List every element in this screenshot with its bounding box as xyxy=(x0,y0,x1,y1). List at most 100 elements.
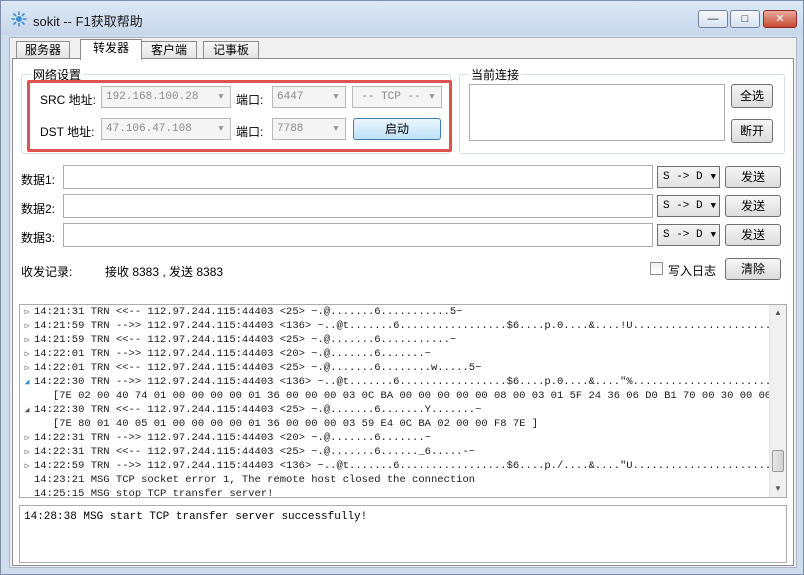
src-address-label: SRC 地址: xyxy=(40,93,97,107)
log-line-text: [7E 80 01 40 05 01 00 00 00 00 01 36 00 … xyxy=(34,418,539,430)
log-line-text: 14:23:21 MSG TCP socket error 1, The rem… xyxy=(34,474,476,486)
dst-port-combo[interactable]: 7788 ▼ xyxy=(272,118,346,140)
data1-direction-select[interactable]: S -> D ▼ xyxy=(657,166,720,188)
data1-direction-value: S -> D xyxy=(663,171,703,183)
expand-toggle-icon[interactable]: ▷ xyxy=(20,432,34,445)
expand-toggle-icon[interactable]: ▷ xyxy=(20,320,34,333)
forwarder-panel: 网络设置 当前连接 SRC 地址: 192.168.100.28 ▼ 端口: 6… xyxy=(12,58,794,566)
expand-toggle-icon[interactable]: ◢ xyxy=(20,376,34,389)
log-line-text: 14:21:59 TRN -->> 112.97.244.115:44403 <… xyxy=(34,320,770,332)
maximize-button[interactable]: □ xyxy=(730,10,760,28)
log-line[interactable]: [7E 02 00 40 74 01 00 00 00 00 01 36 00 … xyxy=(20,389,770,403)
network-settings-legend: 网络设置 xyxy=(33,68,82,82)
chevron-down-icon: ▼ xyxy=(710,201,716,211)
dst-port-label: 端口: xyxy=(236,125,264,139)
scroll-down-icon[interactable]: ▼ xyxy=(770,481,786,497)
src-port-label: 端口: xyxy=(236,93,264,107)
data2-input[interactable] xyxy=(63,194,653,218)
client-area: 服务器 转发器 客户端 记事板 网络设置 当前连接 SRC 地址: 192.16… xyxy=(9,37,797,568)
src-address-combo[interactable]: 192.168.100.28 ▼ xyxy=(101,86,231,108)
scroll-up-icon[interactable]: ▲ xyxy=(770,305,786,321)
chevron-down-icon: ▼ xyxy=(429,92,435,102)
records-stats: 接收 8383 , 发送 8383 xyxy=(105,265,224,279)
log-line[interactable]: ▷ 14:22:01 TRN <<-- 112.97.244.115:44403 … xyxy=(20,361,770,375)
protocol-combo[interactable]: -- TCP -- ▼ xyxy=(352,86,442,108)
log-line-text: 14:21:59 TRN <<-- 112.97.244.115:44403 <… xyxy=(34,334,457,346)
src-address-value: 192.168.100.28 xyxy=(106,91,199,103)
status-output[interactable]: 14:28:38 MSG start TCP transfer server s… xyxy=(19,505,787,563)
log-line[interactable]: 14:25:15 MSG stop TCP transfer server! xyxy=(20,487,770,498)
connections-list[interactable] xyxy=(469,84,725,141)
log-line-text: [7E 02 00 40 74 01 00 00 00 00 01 36 00 … xyxy=(34,390,770,402)
log-line[interactable]: ▷ 14:22:31 TRN <<-- 112.97.244.115:44403 … xyxy=(20,445,770,459)
protocol-value: -- TCP -- xyxy=(361,91,421,103)
app-window: sokit -- F1获取帮助 — □ ✕ 服务器 转发器 客户端 记事板 网络… xyxy=(0,0,804,575)
src-port-value: 6447 xyxy=(277,91,304,103)
log-line[interactable]: ▷ 14:22:31 TRN -->> 112.97.244.115:44403 … xyxy=(20,431,770,445)
expand-toggle-icon[interactable]: ▷ xyxy=(20,306,34,319)
log-line[interactable]: ▷ 14:21:59 TRN -->> 112.97.244.115:44403 … xyxy=(20,319,770,333)
tab-client[interactable]: 客户端 xyxy=(141,41,197,59)
dst-address-value: 47.106.47.108 xyxy=(106,123,192,135)
write-log-label: 写入日志 xyxy=(668,264,717,278)
expand-toggle-icon[interactable]: ▷ xyxy=(20,334,34,347)
log-line[interactable]: ◢ 14:22:30 TRN <<-- 112.97.244.115:44403 … xyxy=(20,403,770,417)
window-title: sokit -- F1获取帮助 xyxy=(33,14,143,29)
scroll-thumb[interactable] xyxy=(772,450,784,472)
log-line-text: 14:25:15 MSG stop TCP transfer server! xyxy=(34,488,274,498)
log-line-text: 14:22:01 TRN <<-- 112.97.244.115:44403 <… xyxy=(34,362,482,374)
write-log-checkbox[interactable] xyxy=(650,262,663,275)
dst-address-combo[interactable]: 47.106.47.108 ▼ xyxy=(101,118,231,140)
expand-toggle-icon[interactable]: ▷ xyxy=(20,446,34,459)
chevron-down-icon: ▼ xyxy=(710,172,716,182)
chevron-down-icon: ▼ xyxy=(218,124,224,134)
data1-label: 数据1: xyxy=(21,173,56,187)
log-line[interactable]: ◢ 14:22:30 TRN -->> 112.97.244.115:44403 … xyxy=(20,375,770,389)
data3-direction-value: S -> D xyxy=(663,229,703,241)
expand-toggle-icon[interactable]: ◢ xyxy=(20,404,34,417)
disconnect-button[interactable]: 断开 xyxy=(731,119,773,143)
expand-toggle-icon[interactable]: ▷ xyxy=(20,362,34,375)
title-bar[interactable]: sokit -- F1获取帮助 — □ ✕ xyxy=(1,1,803,35)
sokit-app-icon xyxy=(11,11,27,27)
data1-send-button[interactable]: 发送 xyxy=(725,166,781,188)
log-line-text: 14:22:31 TRN -->> 112.97.244.115:44403 <… xyxy=(34,432,431,444)
data3-direction-select[interactable]: S -> D ▼ xyxy=(657,224,720,246)
log-view[interactable]: ▷ 14:21:31 TRN <<-- 112.97.244.115:44403 … xyxy=(19,304,787,498)
tab-notepad[interactable]: 记事板 xyxy=(203,41,259,59)
status-message: 14:28:38 MSG start TCP transfer server s… xyxy=(24,511,368,523)
log-line[interactable]: [7E 80 01 40 05 01 00 00 00 00 01 36 00 … xyxy=(20,417,770,431)
data3-label: 数据3: xyxy=(21,231,56,245)
network-settings-group: 网络设置 xyxy=(21,66,451,154)
start-button[interactable]: 启动 xyxy=(353,118,441,140)
select-all-button[interactable]: 全选 xyxy=(731,84,773,108)
log-line[interactable]: ▷ 14:22:01 TRN -->> 112.97.244.115:44403 … xyxy=(20,347,770,361)
dst-port-value: 7788 xyxy=(277,123,304,135)
log-line-text: 14:22:31 TRN <<-- 112.97.244.115:44403 <… xyxy=(34,446,476,458)
data2-direction-select[interactable]: S -> D ▼ xyxy=(657,195,720,217)
minimize-button[interactable]: — xyxy=(698,10,728,28)
src-port-combo[interactable]: 6447 ▼ xyxy=(272,86,346,108)
tab-server[interactable]: 服务器 xyxy=(16,41,70,59)
expand-toggle-icon[interactable]: ▷ xyxy=(20,460,34,473)
close-button[interactable]: ✕ xyxy=(763,10,797,28)
current-connections-legend: 当前连接 xyxy=(471,68,520,82)
data2-send-button[interactable]: 发送 xyxy=(725,195,781,217)
chevron-down-icon: ▼ xyxy=(710,230,716,240)
data2-label: 数据2: xyxy=(21,202,56,216)
log-scrollbar[interactable]: ▲ ▼ xyxy=(769,305,786,497)
data3-send-button[interactable]: 发送 xyxy=(725,224,781,246)
log-line[interactable]: ▷ 14:22:59 TRN -->> 112.97.244.115:44403 … xyxy=(20,459,770,473)
data2-direction-value: S -> D xyxy=(663,200,703,212)
log-line-text: 14:22:30 TRN <<-- 112.97.244.115:44403 <… xyxy=(34,404,482,416)
log-line[interactable]: 14:23:21 MSG TCP socket error 1, The rem… xyxy=(20,473,770,487)
tab-forwarder[interactable]: 转发器 xyxy=(80,39,142,60)
log-line-text: 14:22:01 TRN -->> 112.97.244.115:44403 <… xyxy=(34,348,431,360)
chevron-down-icon: ▼ xyxy=(333,124,339,134)
clear-button[interactable]: 清除 xyxy=(725,258,781,280)
data3-input[interactable] xyxy=(63,223,653,247)
log-line[interactable]: ▷ 14:21:31 TRN <<-- 112.97.244.115:44403 … xyxy=(20,305,770,319)
data1-input[interactable] xyxy=(63,165,653,189)
log-line[interactable]: ▷ 14:21:59 TRN <<-- 112.97.244.115:44403 … xyxy=(20,333,770,347)
expand-toggle-icon[interactable]: ▷ xyxy=(20,348,34,361)
